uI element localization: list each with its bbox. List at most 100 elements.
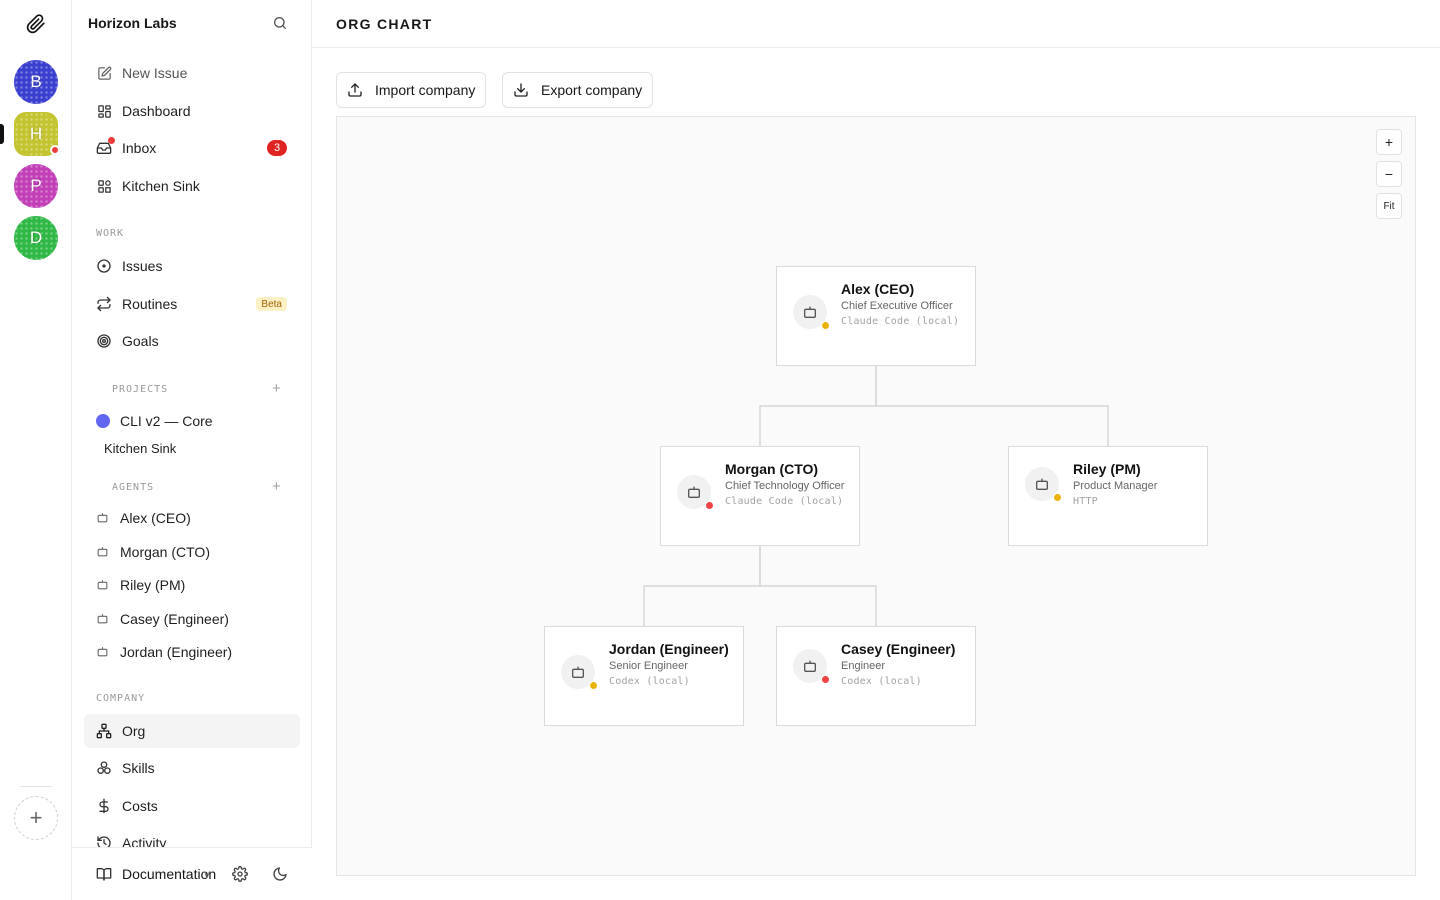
agent-role: Chief Executive Officer — [841, 300, 953, 312]
agent-adapter: Claude Code (local) — [841, 316, 960, 327]
company-avatar-d[interactable]: D — [14, 216, 58, 260]
sidebar-agent-riley[interactable]: Riley (PM) — [96, 577, 185, 593]
section-label-agents: AGENTS — [112, 482, 155, 493]
sidebar-item-issues[interactable]: Issues — [84, 249, 300, 283]
status-dot — [821, 321, 830, 330]
agent-role: Senior Engineer — [609, 660, 688, 672]
target-icon — [96, 333, 112, 349]
nav-label: Costs — [122, 798, 158, 814]
book-icon — [96, 866, 112, 882]
company-avatar-h[interactable]: H — [14, 112, 60, 156]
nav-label: Inbox — [122, 140, 157, 156]
nav-label: Routines — [122, 296, 178, 312]
main-content: ORG CHART Import company Export company … — [312, 0, 1440, 900]
project-label: CLI v2 — Core — [120, 413, 213, 429]
nav-label: New Issue — [122, 65, 188, 81]
sidebar-item-inbox[interactable]: Inbox 3 — [84, 131, 300, 165]
settings-icon[interactable] — [232, 866, 250, 884]
inbox-count-badge: 3 — [267, 140, 287, 156]
sidebar-agent-jordan[interactable]: Jordan (Engineer) — [96, 644, 232, 660]
sidebar-item-goals[interactable]: Goals — [84, 324, 300, 358]
add-project-button[interactable]: + — [272, 380, 281, 397]
org-node-morgan[interactable]: Morgan (CTO) Chief Technology Officer Cl… — [660, 446, 860, 546]
dollar-icon — [96, 798, 112, 814]
export-company-button[interactable]: Export company — [502, 72, 654, 108]
org-node-casey[interactable]: Casey (Engineer) Engineer Codex (local) — [776, 626, 976, 726]
nav-label: Goals — [122, 333, 159, 349]
new-issue-button[interactable]: New Issue — [84, 56, 300, 90]
project-sub-item-kitchen-sink[interactable]: Kitchen Sink — [104, 441, 176, 456]
sidebar-item-org[interactable]: Org — [84, 714, 300, 748]
upload-icon — [347, 82, 363, 98]
company-avatar-b[interactable]: B — [14, 60, 58, 104]
agent-label: Alex (CEO) — [120, 510, 191, 526]
bot-icon — [96, 545, 110, 559]
agent-adapter: Codex (local) — [841, 676, 922, 687]
sidebar-agent-casey[interactable]: Casey (Engineer) — [96, 611, 229, 627]
project-item-cli-v2-core[interactable]: CLI v2 — Core — [84, 404, 300, 438]
status-dot — [821, 675, 830, 684]
agent-label: Morgan (CTO) — [120, 544, 210, 560]
nav-label: Org — [122, 723, 146, 739]
sidebar-item-routines[interactable]: Routines Beta — [84, 287, 300, 321]
agent-label: Casey (Engineer) — [120, 611, 229, 627]
sidebar-agent-alex[interactable]: Alex (CEO) — [96, 510, 191, 526]
sidebar-item-dashboard[interactable]: Dashboard — [84, 94, 300, 128]
section-label-company: COMPANY — [96, 693, 146, 704]
agent-name: Casey (Engineer) — [841, 641, 956, 657]
circle-dot-icon — [96, 258, 112, 274]
moon-icon[interactable] — [272, 866, 290, 884]
add-agent-button[interactable]: + — [272, 478, 281, 495]
company-rail: B H P D + — [0, 0, 72, 900]
boxes-icon — [96, 760, 112, 776]
agent-name: Alex (CEO) — [841, 281, 915, 297]
section-label-work: WORK — [96, 228, 125, 239]
zoom-out-button[interactable]: − — [1376, 161, 1402, 187]
org-edge-casey — [759, 546, 877, 626]
nav-label: Skills — [122, 760, 155, 776]
org-edge-morgan — [759, 366, 877, 446]
agent-adapter: HTTP — [1073, 496, 1098, 507]
page-header: ORG CHART — [312, 0, 1440, 48]
agent-label: Riley (PM) — [120, 577, 186, 593]
inbox-icon — [96, 137, 115, 156]
company-avatar-p[interactable]: P — [14, 164, 58, 208]
org-chart-canvas[interactable]: + − Fit Alex (CEO) Chief Executive Offic… — [336, 116, 1416, 876]
agent-name: Riley (PM) — [1073, 461, 1141, 477]
page-title: ORG CHART — [336, 16, 433, 32]
plus-icon: + — [29, 805, 43, 830]
sidebar-item-costs[interactable]: Costs — [84, 789, 300, 823]
org-node-jordan[interactable]: Jordan (Engineer) Senior Engineer Codex … — [544, 626, 744, 726]
dashboard-icon — [96, 103, 112, 119]
project-color-dot — [96, 414, 110, 428]
import-company-button[interactable]: Import company — [336, 72, 487, 108]
rail-divider — [20, 786, 52, 787]
search-icon[interactable] — [272, 15, 290, 33]
zoom-in-button[interactable]: + — [1376, 129, 1402, 155]
sidebar-item-kitchen-sink[interactable]: Kitchen Sink — [84, 169, 300, 203]
documentation-link[interactable]: Documentation — [96, 866, 216, 882]
version-label: v — [204, 867, 210, 881]
fit-view-button[interactable]: Fit — [1376, 193, 1402, 219]
edit-icon — [96, 65, 112, 81]
import-label: Import company — [375, 82, 476, 98]
agent-name: Morgan (CTO) — [725, 461, 819, 477]
nav-label: Issues — [122, 258, 163, 274]
shapes-icon — [96, 178, 112, 194]
org-icon — [96, 723, 112, 739]
company-name: Horizon Labs — [88, 15, 177, 31]
agent-role: Product Manager — [1073, 480, 1158, 492]
status-dot — [1053, 493, 1062, 502]
agent-adapter: Claude Code (local) — [725, 496, 844, 507]
sidebar-item-skills[interactable]: Skills — [84, 751, 300, 785]
section-label-projects: PROJECTS — [112, 384, 169, 395]
org-edge-jordan — [643, 546, 761, 626]
paperclip-icon[interactable] — [24, 12, 48, 36]
org-node-alex[interactable]: Alex (CEO) Chief Executive Officer Claud… — [776, 266, 976, 366]
add-company-button[interactable]: + — [14, 796, 58, 840]
org-node-riley[interactable]: Riley (PM) Product Manager HTTP — [1008, 446, 1208, 546]
active-company-indicator — [0, 124, 4, 144]
sidebar-agent-morgan[interactable]: Morgan (CTO) — [96, 544, 210, 560]
nav-label: Dashboard — [122, 103, 191, 119]
documentation-label: Documentation — [122, 866, 217, 882]
